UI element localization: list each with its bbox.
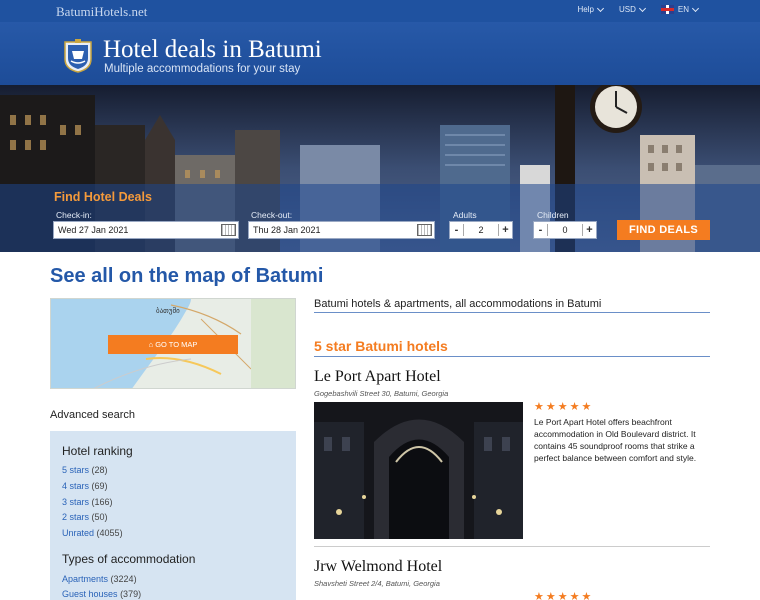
checkout-input[interactable]: Thu 28 Jan 2021 xyxy=(248,221,435,239)
go-to-map-label: GO TO MAP xyxy=(155,340,198,349)
calendar-icon[interactable] xyxy=(221,224,236,236)
uk-flag-icon xyxy=(660,5,674,14)
filter-count: (3224) xyxy=(110,574,137,584)
batumi-crest-logo[interactable] xyxy=(63,39,93,73)
filter-link-2-stars[interactable]: 2 stars xyxy=(62,512,89,522)
top-bar: BatumiHotels.net Help USD EN xyxy=(0,0,760,22)
search-title: Find Hotel Deals xyxy=(54,190,152,204)
filter-count: (4055) xyxy=(96,528,123,538)
filter-link-guest-houses[interactable]: Guest houses xyxy=(62,589,118,599)
children-value: 0 xyxy=(562,225,568,235)
map-preview[interactable]: ბათუმი ⌂ GO TO MAP xyxy=(50,298,296,389)
adults-label: Adults xyxy=(453,210,477,220)
checkin-input[interactable]: Wed 27 Jan 2021 xyxy=(53,221,239,239)
map-city-label: ბათუმი xyxy=(156,307,180,315)
language-label: EN xyxy=(677,5,689,14)
filter-link-apartments[interactable]: Apartments xyxy=(62,574,108,584)
section-title[interactable]: 5 star Batumi hotels xyxy=(314,338,448,354)
checkout-label: Check-out: xyxy=(251,210,293,220)
hotel-photo[interactable] xyxy=(314,402,523,539)
filter-item: 2 stars (50) xyxy=(62,512,108,522)
hotel-name[interactable]: Jrw Welmond Hotel xyxy=(314,558,442,576)
chevron-down-icon xyxy=(691,4,700,12)
divider xyxy=(314,312,710,313)
children-decrement-button[interactable]: - xyxy=(534,224,548,236)
adults-stepper[interactable]: - 2 + xyxy=(449,221,513,239)
filter-link-5-stars[interactable]: 5 stars xyxy=(62,465,89,475)
checkout-value: Thu 28 Jan 2021 xyxy=(253,225,321,235)
types-heading: Types of accommodation xyxy=(62,552,196,566)
filter-count: (28) xyxy=(91,465,108,475)
hotel-name[interactable]: Le Port Apart Hotel xyxy=(314,368,441,386)
go-to-map-button[interactable]: ⌂ GO TO MAP xyxy=(108,335,238,354)
filter-count: (50) xyxy=(91,512,108,522)
filter-item: 3 stars (166) xyxy=(62,497,113,507)
language-menu[interactable]: EN xyxy=(660,4,700,14)
filter-item: Apartments (3224) xyxy=(62,574,137,584)
adults-decrement-button[interactable]: - xyxy=(450,224,464,236)
page-title: Hotel deals in Batumi xyxy=(103,36,322,63)
hotel-description: Le Port Apart Hotel offers beachfront ac… xyxy=(534,417,697,463)
advanced-search-label: Advanced search xyxy=(50,409,135,421)
filters-panel: Hotel ranking 5 stars (28) 4 stars (69) … xyxy=(50,431,296,600)
divider xyxy=(314,356,710,357)
calendar-icon[interactable] xyxy=(417,224,432,236)
filter-item: 5 stars (28) xyxy=(62,465,108,475)
intro-text: Batumi hotels & apartments, all accommod… xyxy=(314,298,602,310)
currency-label: USD xyxy=(618,5,636,14)
hotel-rating-stars: ★★★★★ xyxy=(534,401,594,413)
filter-item: 4 stars (69) xyxy=(62,481,108,491)
filter-link-3-stars[interactable]: 3 stars xyxy=(62,497,89,507)
hotel-photo-image xyxy=(314,402,523,539)
chevron-down-icon xyxy=(638,4,646,12)
top-links: Help USD EN xyxy=(577,4,700,14)
hotel-address: Shavsheti Street 2/4, Batumi, Georgia xyxy=(314,579,440,588)
hotel-address: Gogebashvili Street 30, Batumi, Georgia xyxy=(314,389,449,398)
adults-value: 2 xyxy=(478,225,484,235)
chevron-down-icon xyxy=(596,4,605,12)
site-name[interactable]: BatumiHotels.net xyxy=(56,4,147,20)
adults-increment-button[interactable]: + xyxy=(498,224,512,236)
checkin-label: Check-in: xyxy=(56,210,92,220)
page-subtitle: Multiple accommodations for your stay xyxy=(104,63,301,75)
currency-menu[interactable]: USD xyxy=(618,4,646,14)
ranking-heading: Hotel ranking xyxy=(62,444,133,458)
filter-count: (69) xyxy=(91,481,108,491)
children-stepper[interactable]: - 0 + xyxy=(533,221,597,239)
filter-link-unrated[interactable]: Unrated xyxy=(62,528,94,538)
help-menu[interactable]: Help xyxy=(577,4,605,14)
map-heading[interactable]: See all on the map of Batumi xyxy=(50,265,323,288)
filter-item: Guest houses (379) xyxy=(62,589,141,599)
site-header: Hotel deals in Batumi Multiple accommoda… xyxy=(0,22,760,85)
children-label: Children xyxy=(537,210,569,220)
filter-link-4-stars[interactable]: 4 stars xyxy=(62,481,89,491)
filter-item: Unrated (4055) xyxy=(62,528,123,538)
checkin-value: Wed 27 Jan 2021 xyxy=(58,225,129,235)
filter-count: (166) xyxy=(91,497,113,507)
filter-count: (379) xyxy=(120,589,142,599)
find-deals-button[interactable]: FIND DEALS xyxy=(617,220,710,240)
divider xyxy=(314,546,710,547)
children-increment-button[interactable]: + xyxy=(582,224,596,236)
search-panel: Find Hotel Deals xyxy=(0,184,760,252)
hotel-rating-stars: ★★★★★ xyxy=(534,591,594,600)
help-label: Help xyxy=(577,5,594,14)
